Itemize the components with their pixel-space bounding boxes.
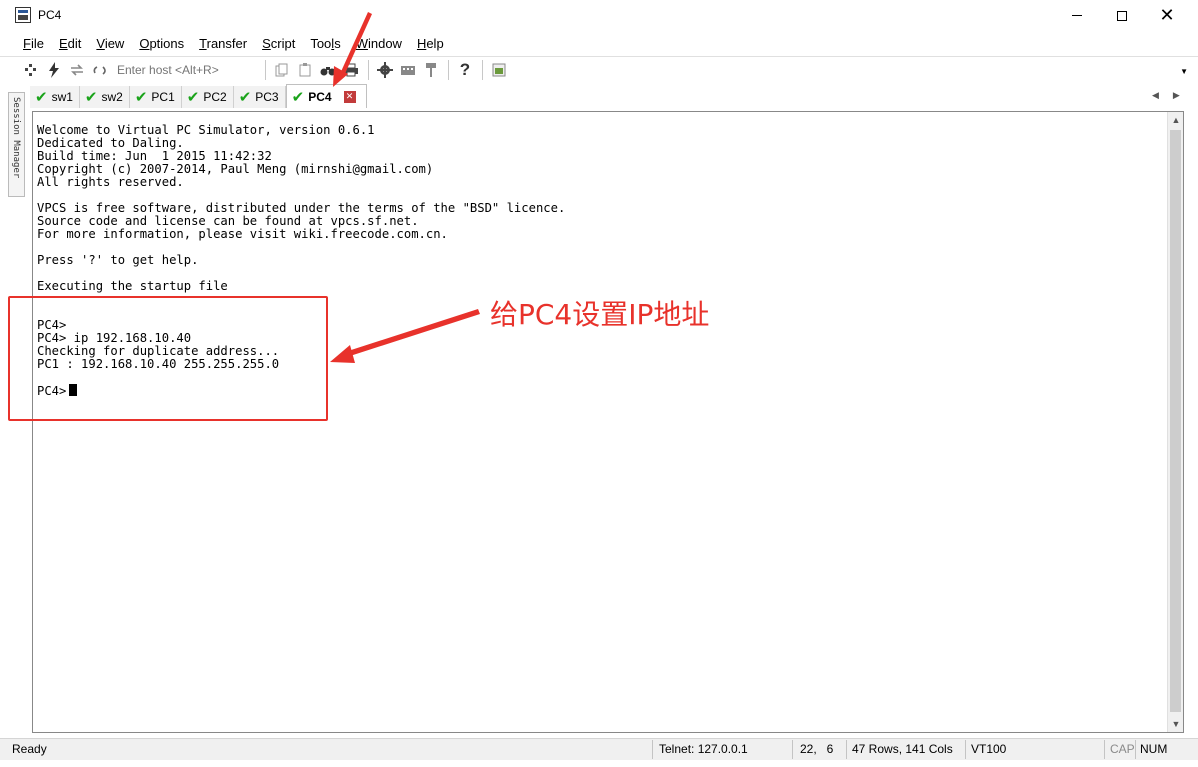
tab-sw2[interactable]: ✔ sw2 (79, 86, 130, 108)
close-button[interactable]: ✕ (1144, 0, 1190, 31)
menu-edit[interactable]: Edit (58, 34, 82, 53)
menu-window[interactable]: Window (355, 34, 403, 53)
minimize-icon (1072, 15, 1082, 16)
toolbar-separator (482, 60, 483, 80)
title-bar: PC4 ✕ (0, 0, 1198, 31)
connect-icon[interactable] (20, 59, 42, 81)
session-tab-bar: ✔ sw1 ✔ sw2 ✔ PC1 ✔ PC2 ✔ PC3 ✔ PC4 ✕ (30, 84, 1198, 108)
connected-check-icon: ✔ (238, 88, 252, 106)
find-icon[interactable] (317, 59, 339, 81)
connected-check-icon: ✔ (186, 88, 200, 106)
terminal-scrollbar[interactable]: ▲ ▼ (1167, 112, 1183, 732)
maximize-icon (1117, 10, 1127, 21)
disconnect-icon[interactable] (89, 59, 111, 81)
status-emulation: VT100 (971, 742, 1007, 756)
reconnect-icon[interactable] (66, 59, 88, 81)
toolbar: ? ▼ (0, 56, 1198, 83)
menu-tools[interactable]: Tools (309, 34, 341, 53)
toolbar-separator (448, 60, 449, 80)
session-manager-tab[interactable]: Session Manager (8, 92, 25, 197)
menu-help[interactable]: Help (416, 34, 445, 53)
terminal-line: For more information, please visit wiki.… (37, 227, 448, 241)
menu-bar: File Edit View Options Transfer Script Tools Wi… (0, 31, 1198, 55)
tab-pc1[interactable]: ✔ PC1 (129, 86, 182, 108)
scroll-down-icon[interactable]: ▼ (1168, 716, 1184, 732)
tab-label: PC2 (203, 90, 227, 104)
session-options-icon[interactable] (488, 59, 510, 81)
annotation-highlight-box (8, 296, 328, 421)
tab-label: PC1 (151, 90, 175, 104)
minimize-button[interactable] (1054, 0, 1100, 31)
connected-check-icon: ✔ (35, 88, 48, 106)
gear-icon[interactable] (374, 59, 396, 81)
terminal-line: All rights reserved. (37, 175, 184, 189)
status-ready: Ready (12, 742, 47, 756)
window-title: PC4 (38, 8, 62, 22)
tab-pc2[interactable]: ✔ PC2 (181, 86, 234, 108)
terminal-line: Press '?' to get help. (37, 253, 199, 267)
toolbar-overflow-icon[interactable]: ▼ (1180, 67, 1188, 76)
tab-label: sw2 (101, 90, 123, 104)
status-num-lock: NUM (1140, 742, 1168, 756)
menu-file[interactable]: File (22, 34, 45, 53)
tab-label: sw1 (51, 90, 73, 104)
copy-icon[interactable] (271, 59, 293, 81)
tab-sw1[interactable]: ✔ sw1 (30, 86, 80, 108)
terminal-line: Executing the startup file (37, 279, 228, 293)
menu-view[interactable]: View (95, 34, 125, 53)
close-icon: ✕ (1159, 5, 1175, 26)
menu-script[interactable]: Script (261, 34, 296, 53)
annotation-text: 给PC4设置IP地址 (490, 298, 710, 331)
tab-close-icon[interactable]: ✕ (343, 90, 356, 103)
host-input[interactable] (115, 60, 260, 80)
tab-scroll-arrows[interactable]: ◀▶ (1152, 90, 1186, 101)
status-caps-lock: CAP (1110, 742, 1135, 756)
key-agent-icon[interactable] (420, 59, 442, 81)
paste-icon[interactable] (294, 59, 316, 81)
scroll-up-icon[interactable]: ▲ (1168, 112, 1184, 128)
connected-check-icon: ✔ (84, 88, 98, 106)
terminal-window[interactable]: Welcome to Virtual PC Simulator, version… (32, 111, 1184, 733)
menu-transfer[interactable]: Transfer (198, 34, 248, 53)
connected-check-icon: ✔ (291, 87, 305, 106)
status-connection: Telnet: 127.0.0.1 (659, 742, 748, 756)
app-icon (15, 7, 31, 23)
menu-options[interactable]: Options (138, 34, 185, 53)
help-icon[interactable]: ? (454, 59, 476, 81)
tab-pc4[interactable]: ✔ PC4 ✕ (285, 84, 367, 108)
tab-label: PC4 (308, 89, 332, 104)
toolbar-separator (368, 60, 369, 80)
keymap-icon[interactable] (397, 59, 419, 81)
status-terminal-size: 47 Rows, 141 Cols (852, 742, 953, 756)
tab-label: PC3 (255, 90, 279, 104)
scroll-thumb[interactable] (1170, 130, 1181, 712)
status-cursor-position: 22, 6 (800, 742, 834, 756)
quick-connect-icon[interactable] (43, 59, 65, 81)
session-manager-label: Session Manager (11, 97, 21, 179)
print-icon[interactable] (340, 59, 362, 81)
tab-pc3[interactable]: ✔ PC3 (233, 86, 286, 108)
maximize-button[interactable] (1099, 0, 1145, 31)
connected-check-icon: ✔ (134, 88, 148, 106)
toolbar-separator (265, 60, 266, 80)
status-bar: Ready Telnet: 127.0.0.1 22, 6 47 Rows, 1… (0, 738, 1198, 760)
